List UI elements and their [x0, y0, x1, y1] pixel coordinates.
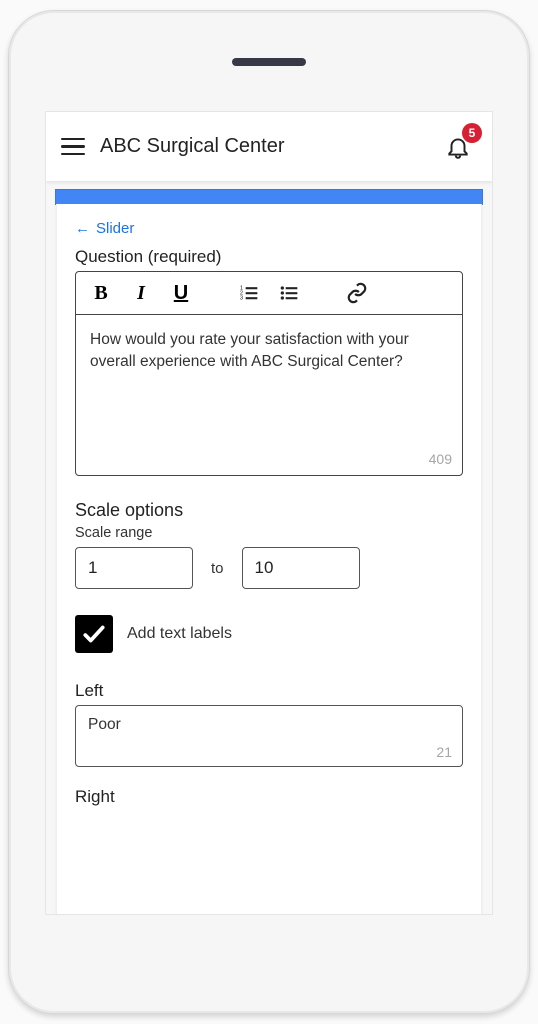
accent-bar — [56, 190, 482, 204]
back-label: Slider — [96, 220, 134, 237]
scale-options-title: Scale options — [75, 500, 463, 521]
unordered-list-icon — [279, 283, 299, 303]
checkbox-label: Add text labels — [127, 625, 232, 643]
notifications-button[interactable]: 5 — [440, 129, 476, 165]
back-arrow-icon: ← — [75, 221, 90, 236]
back-link[interactable]: ← Slider — [75, 220, 463, 237]
left-label: Left — [75, 681, 463, 701]
question-char-count: 409 — [429, 449, 452, 469]
menu-button[interactable] — [56, 130, 90, 164]
bold-button[interactable]: B — [90, 282, 112, 304]
app-title: ABC Surgical Center — [100, 135, 430, 158]
left-input[interactable] — [88, 716, 450, 734]
scale-range-label: Scale range — [75, 525, 463, 541]
check-icon — [81, 621, 107, 647]
question-editor: B I U 123 — [75, 271, 463, 476]
add-text-labels-checkbox[interactable]: Add text labels — [75, 615, 463, 653]
link-icon — [346, 282, 368, 304]
svg-text:3: 3 — [240, 296, 243, 302]
ordered-list-icon: 123 — [239, 283, 259, 303]
device-speaker — [232, 58, 306, 66]
italic-button[interactable]: I — [130, 282, 152, 304]
editor-panel: ← Slider Question (required) B I U 123 — [56, 204, 482, 915]
scale-to-text: to — [211, 560, 224, 577]
app-header: ABC Surgical Center 5 — [46, 112, 492, 182]
notification-badge: 5 — [462, 123, 482, 143]
ordered-list-button[interactable]: 123 — [238, 282, 260, 304]
left-input-wrap: 21 — [75, 705, 463, 767]
app-screen: ABC Surgical Center 5 ← Slider Question … — [45, 111, 493, 915]
scale-range-row: to — [75, 547, 463, 589]
device-frame: ABC Surgical Center 5 ← Slider Question … — [8, 10, 530, 1014]
rich-text-toolbar: B I U 123 — [76, 272, 462, 315]
link-button[interactable] — [346, 282, 368, 304]
question-label: Question (required) — [75, 247, 463, 267]
question-textarea[interactable]: How would you rate your satisfaction wit… — [76, 315, 462, 475]
scale-min-input[interactable] — [75, 547, 193, 589]
question-text: How would you rate your satisfaction wit… — [90, 331, 409, 370]
scale-max-input[interactable] — [242, 547, 360, 589]
content-area: ← Slider Question (required) B I U 123 — [46, 182, 492, 914]
unordered-list-button[interactable] — [278, 282, 300, 304]
right-label: Right — [75, 787, 463, 807]
left-char-count: 21 — [436, 744, 452, 760]
checkbox-box — [75, 615, 113, 653]
underline-button[interactable]: U — [170, 282, 192, 304]
